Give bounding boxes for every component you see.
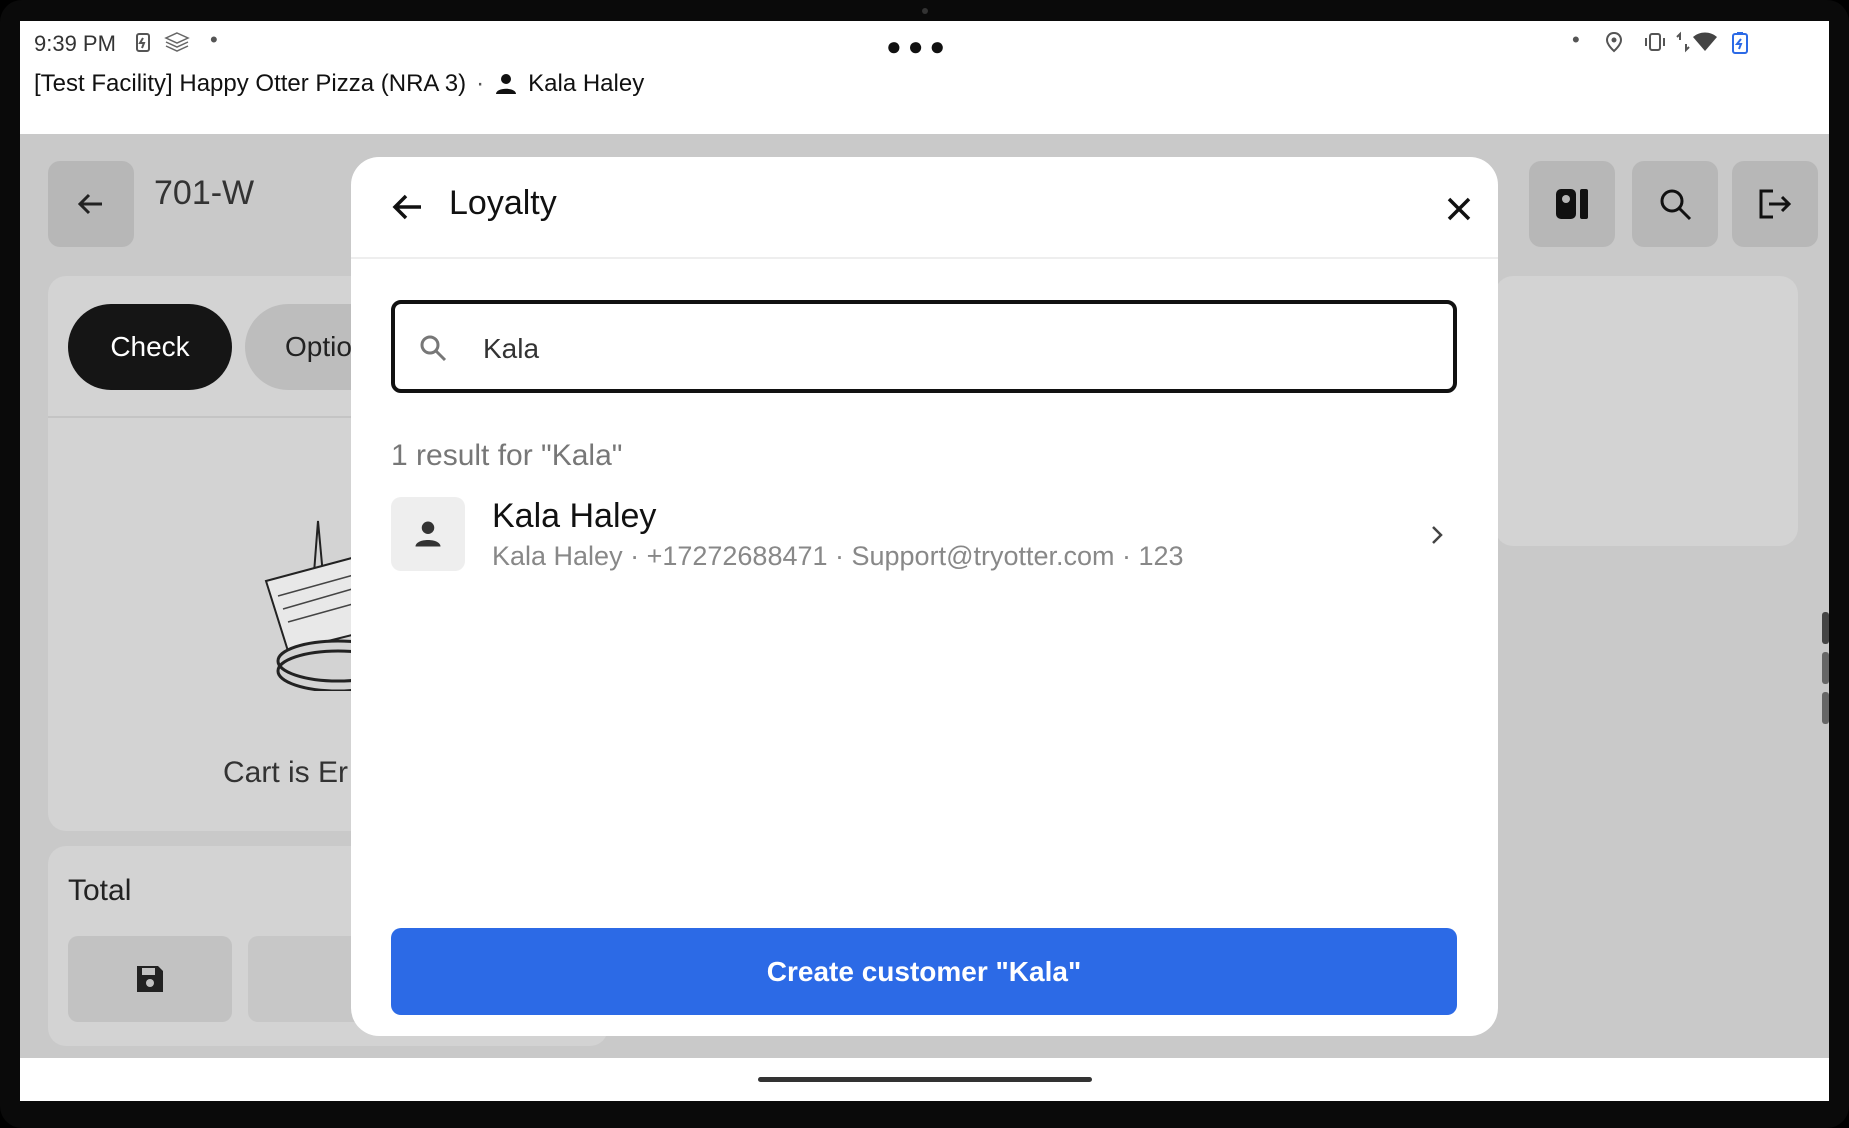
stack-icon: [164, 31, 190, 59]
order-id: 701-W: [154, 174, 255, 212]
loyalty-modal: Loyalty 1 result for "Kala" Kala Haley K…: [351, 157, 1498, 1036]
customer-result-row[interactable]: Kala Haley Kala Haley · +17272688471 · S…: [391, 497, 1457, 587]
back-button[interactable]: [48, 161, 134, 247]
search-icon: [420, 335, 447, 362]
device-frame: 9:39 PM • ●●● • [Test Facility] Happy Ot…: [0, 0, 1849, 1128]
person-icon: [496, 74, 517, 94]
status-time: 9:39 PM: [34, 31, 116, 56]
search-icon: [1660, 189, 1692, 221]
customer-name: Kala Haley: [492, 497, 657, 535]
exit-button[interactable]: [1732, 161, 1818, 247]
header-separator: ·: [476, 70, 485, 97]
home-indicator[interactable]: [758, 1077, 1092, 1082]
battery-saver-icon: [132, 31, 154, 59]
person-icon: [415, 521, 441, 547]
screen: 9:39 PM • ●●● • [Test Facility] Happy Ot…: [20, 21, 1829, 1101]
result-count: 1 result for "Kala": [391, 439, 623, 472]
back-arrow-icon[interactable]: [387, 187, 427, 227]
dot-icon: •: [1572, 27, 1580, 52]
camera-dot: [922, 8, 928, 14]
layout-button[interactable]: [1529, 161, 1615, 247]
chevron-right-icon: [1432, 526, 1443, 544]
close-icon[interactable]: [1441, 191, 1477, 227]
cart-empty-text: Cart is Er: [223, 756, 349, 789]
facility-name: [Test Facility] Happy Otter Pizza (NRA 3…: [34, 70, 467, 97]
facility-header: [Test Facility] Happy Otter Pizza (NRA 3…: [34, 70, 644, 98]
arrow-left-icon: [77, 193, 102, 215]
data-arrows-icon: [1676, 31, 1690, 59]
dot-icon: •: [210, 27, 218, 52]
avatar: [391, 497, 465, 571]
vibrate-icon: [1642, 31, 1668, 59]
location-icon: [1604, 31, 1624, 59]
side-handle[interactable]: [1822, 692, 1829, 724]
save-button[interactable]: [68, 936, 232, 1022]
tab-check[interactable]: Check: [68, 304, 232, 390]
search-button[interactable]: [1632, 161, 1718, 247]
total-label: Total: [68, 874, 132, 907]
multitask-dots-icon[interactable]: ●●●: [886, 31, 951, 62]
current-user: Kala Haley: [528, 70, 645, 97]
modal-header: Loyalty: [351, 157, 1498, 259]
wifi-icon: [1692, 31, 1718, 59]
create-customer-button[interactable]: Create customer "Kala": [391, 928, 1457, 1015]
search-input[interactable]: [481, 324, 1385, 374]
right-panel: [1495, 276, 1798, 546]
battery-icon: [1730, 31, 1750, 61]
side-handle[interactable]: [1822, 652, 1829, 684]
modal-title: Loyalty: [449, 184, 557, 222]
customer-details: Kala Haley · +17272688471 · Support@tryo…: [492, 541, 1184, 571]
save-icon: [137, 966, 163, 992]
status-bar: 9:39 PM • ●●● •: [20, 21, 1829, 71]
search-field[interactable]: [391, 300, 1457, 393]
side-handle[interactable]: [1822, 612, 1829, 644]
logout-icon: [1759, 189, 1792, 219]
panel-layout-icon: [1556, 189, 1588, 219]
